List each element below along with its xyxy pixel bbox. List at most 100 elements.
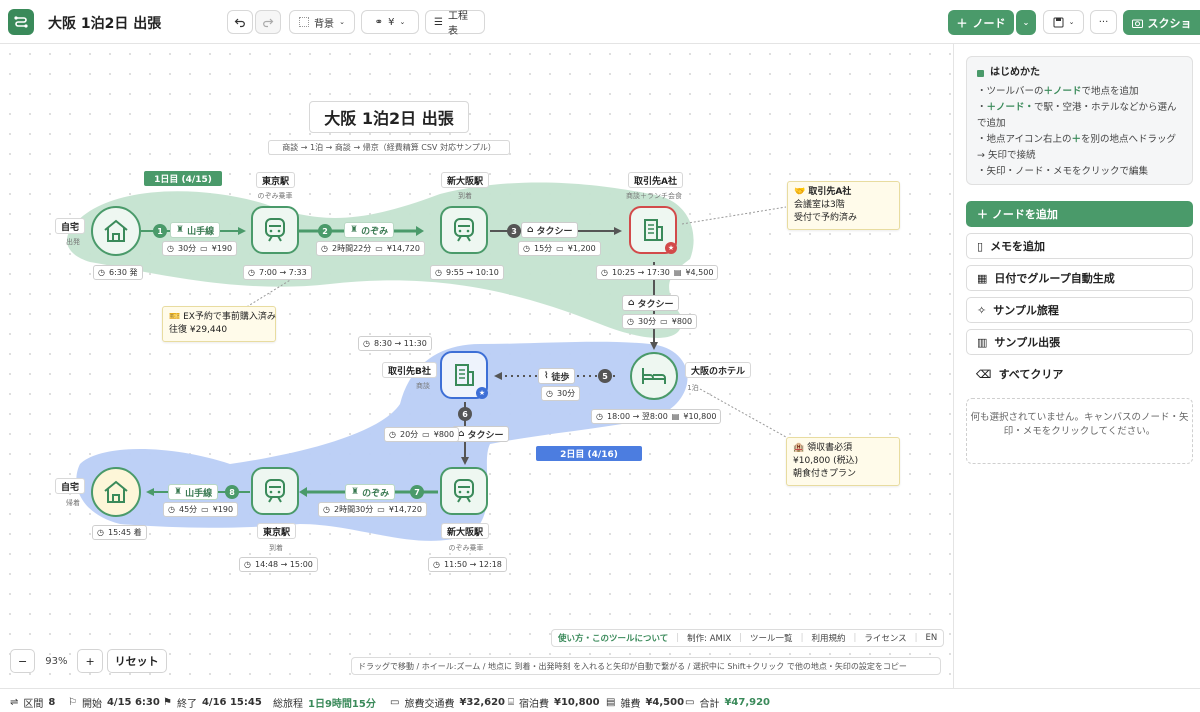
redo-button[interactable] [255, 10, 281, 34]
add-node-dropdown[interactable]: ⌄ [1016, 10, 1036, 35]
undo-button[interactable] [227, 10, 253, 34]
clock-icon: ◷ [98, 268, 105, 277]
node-label[interactable]: 新大阪駅 [441, 172, 490, 188]
canvas-title[interactable]: 大阪 1泊2日 出張 [309, 101, 469, 133]
node-label[interactable]: 東京駅 [256, 172, 296, 188]
add-node-sidebar-button[interactable]: ＋ ノードを追加 [966, 201, 1193, 227]
time-pill[interactable]: ◷ 11:50 → 12:18 [428, 557, 507, 572]
time-pill[interactable]: ◷ 8:30 → 11:30 [358, 336, 432, 351]
leg-mode[interactable]: ⌂ タクシー [622, 295, 680, 311]
sum-icon: ▭ [685, 697, 695, 708]
coins-icon: ⚭ [374, 16, 384, 28]
leg-mode[interactable]: ⌂ タクシー [452, 426, 510, 442]
time-pill[interactable]: ◷ 6:30 発 [93, 265, 143, 280]
node-label[interactable]: 大阪のホテル [685, 362, 752, 378]
grid-icon [299, 17, 310, 27]
add-memo-button[interactable]: ▯ メモを追加 [966, 233, 1193, 259]
footer-link-credit[interactable]: 制作: AMIX [687, 632, 731, 644]
leg-detail[interactable]: ◷ 20分 ▭ ¥800 [384, 427, 460, 442]
zoom-out-button[interactable]: − [10, 649, 36, 673]
sample-business-button[interactable]: ▥ サンプル出張 [966, 329, 1193, 355]
leg-number[interactable]: 3 [507, 224, 521, 238]
canvas[interactable]: 大阪 1泊2日 出張 商談 → 1泊 → 商談 → 帰京（経費精算 CSV 対応… [0, 44, 953, 688]
memo-ex-reservation[interactable]: 🎫 EX予約で事前購入済み 往復 ¥29,440 [162, 306, 276, 342]
leg-mode[interactable]: ♜ のぞみ [344, 222, 395, 238]
time-pill[interactable]: ◷ 14:48 → 15:00 [239, 557, 318, 572]
time-pill[interactable]: ◷ 9:55 → 10:10 [430, 265, 504, 280]
background-dropdown[interactable]: 背景 ⌄ [289, 10, 355, 34]
ticket-icon: ▭ [377, 505, 385, 514]
leg-detail[interactable]: ◷ 2時間22分 ▭ ¥14,720 [316, 241, 425, 256]
leg-mode[interactable]: ♜ のぞみ [345, 484, 396, 500]
node-client-b[interactable]: ★ [440, 351, 488, 399]
leg-mode[interactable]: ⌇ 徒歩 [538, 368, 576, 384]
status-lodging: ⌸ 宿泊費 ¥10,800 [508, 697, 600, 710]
node-home-start[interactable] [91, 206, 141, 256]
clear-all-button[interactable]: ⌫ すべてクリア [966, 361, 1193, 387]
save-dropdown[interactable]: ⌄ [1043, 10, 1084, 34]
time-pill[interactable]: ◷ 7:00 → 7:33 [243, 265, 312, 280]
memo-client-a[interactable]: 🤝 取引先A社 会議室は3階 受付で予約済み [787, 181, 900, 230]
time-pill[interactable]: ◷ 10:25 → 17:30 ▤ ¥4,500 [596, 265, 719, 280]
leg-number[interactable]: 1 [153, 224, 167, 238]
node-tokyo-station[interactable] [251, 206, 299, 254]
node-label[interactable]: 取引先A社 [628, 172, 683, 188]
screenshot-button[interactable]: スクショ [1123, 10, 1200, 35]
leg-number[interactable]: 2 [318, 224, 332, 238]
zoom-controls: − 93% + リセット [10, 648, 167, 674]
node-shinosaka-station[interactable] [440, 206, 488, 254]
sample-trip-button[interactable]: ✧ サンプル旅程 [966, 297, 1193, 323]
node-shinosaka-station-return[interactable] [440, 467, 488, 515]
footer-link-en[interactable]: EN [926, 633, 938, 643]
day2-label[interactable]: 2日目 (4/16) [536, 446, 642, 461]
leg-detail[interactable]: ◷ 2時間30分 ▭ ¥14,720 [318, 502, 427, 517]
add-node-button[interactable]: ＋ノード [948, 10, 1014, 35]
day1-label[interactable]: 1日目 (4/15) [144, 171, 222, 186]
leg-detail[interactable]: ◷ 30分 ▭ ¥800 [622, 314, 698, 329]
footer-link-license[interactable]: ライセンス [864, 632, 906, 644]
leg-mode[interactable]: ♜ 山手線 [170, 222, 221, 238]
train-icon [265, 479, 285, 503]
app-logo-icon[interactable] [8, 9, 34, 35]
zoom-in-button[interactable]: + [77, 649, 103, 673]
more-button[interactable]: ··· [1090, 10, 1117, 34]
leg-number[interactable]: 7 [410, 485, 424, 499]
node-label[interactable]: 新大阪駅 [441, 523, 490, 539]
leg-detail[interactable]: ◷ 15分 ▭ ¥1,200 [518, 241, 601, 256]
clock-icon: ◷ [546, 389, 553, 398]
leg-mode[interactable]: ⌂ タクシー [521, 222, 579, 238]
node-label[interactable]: 自宅 [55, 218, 86, 234]
node-hotel[interactable] [630, 352, 678, 400]
footer-link-terms[interactable]: 利用規約 [811, 632, 845, 644]
node-label[interactable]: 取引先B社 [382, 362, 437, 378]
eraser-icon: ⌫ [976, 367, 992, 381]
leg-detail[interactable]: ◷ 30分 ▭ ¥190 [162, 241, 238, 256]
leg-detail[interactable]: ◷ 30分 [541, 386, 581, 401]
leg-mode[interactable]: ♜ 山手線 [168, 484, 219, 500]
footer-link-tools[interactable]: ツール一覧 [750, 632, 793, 644]
node-label[interactable]: 自宅 [55, 478, 86, 494]
house-icon [104, 219, 128, 242]
currency-dropdown[interactable]: ⚭ ¥ ⌄ [361, 10, 419, 34]
zoom-reset-button[interactable]: リセット [106, 649, 167, 673]
leg-number[interactable]: 6 [458, 407, 472, 421]
flag-icon: ⚐ [68, 697, 77, 708]
node-label[interactable]: 東京駅 [257, 523, 297, 539]
sparkle-icon: ✧ [977, 303, 987, 317]
time-pill[interactable]: ◷ 15:45 着 [92, 525, 147, 540]
footer-link-about[interactable]: 使い方・このツールについて [558, 632, 668, 644]
bed-icon [642, 368, 666, 384]
clock-icon: ◷ [389, 430, 396, 439]
node-home-end[interactable] [91, 467, 141, 517]
schedule-button[interactable]: ☰ 工程表 [425, 10, 485, 37]
leg-detail[interactable]: ◷ 45分 ▭ ¥190 [163, 502, 239, 517]
leg-number[interactable]: 8 [225, 485, 239, 499]
auto-group-button[interactable]: ▦ 日付でグループ自動生成 [966, 265, 1193, 291]
status-sum: ▭ 合計 ¥47,920 [685, 697, 770, 710]
node-tokyo-station-return[interactable] [251, 467, 299, 515]
memo-receipt[interactable]: 🏨 領収書必須 ¥10,800 (税込) 朝食付きプラン [786, 437, 900, 486]
canvas-subtitle[interactable]: 商談 → 1泊 → 商談 → 帰京（経費精算 CSV 対応サンプル） [268, 140, 510, 155]
node-client-a[interactable]: ★ [629, 206, 677, 254]
leg-number[interactable]: 5 [598, 369, 612, 383]
time-pill[interactable]: ◷ 18:00 → 翌8:00 ▤ ¥10,800 [591, 409, 722, 424]
